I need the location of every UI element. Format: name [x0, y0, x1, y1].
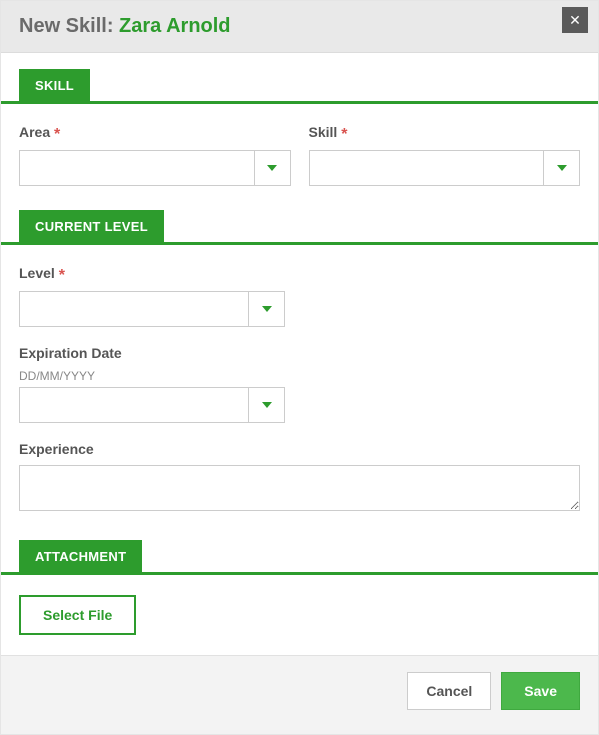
area-select-caret [254, 151, 290, 185]
modal-title: New Skill: Zara Arnold [19, 15, 231, 37]
area-select[interactable] [19, 150, 291, 186]
area-select-value [20, 151, 254, 185]
new-skill-modal: New Skill: Zara Arnold ✕ SKILL Area * [0, 0, 599, 735]
title-name: Zara Arnold [119, 15, 231, 37]
level-select-caret [248, 292, 284, 326]
chevron-down-icon [262, 306, 272, 312]
chevron-down-icon [557, 165, 567, 171]
skill-select-caret [543, 151, 579, 185]
level-select[interactable] [19, 291, 285, 327]
section-tab-skill: SKILL [19, 69, 90, 102]
required-marker: * [59, 267, 65, 284]
expiration-date-value [20, 388, 248, 422]
level-select-value [20, 292, 248, 326]
level-label: Level * [19, 265, 580, 283]
chevron-down-icon [267, 165, 277, 171]
section-tab-attachment: ATTACHMENT [19, 540, 142, 573]
select-file-button[interactable]: Select File [19, 595, 136, 635]
cancel-button[interactable]: Cancel [407, 672, 491, 710]
skill-label: Skill * [309, 124, 581, 142]
expiration-label: Expiration Date [19, 345, 580, 361]
expiration-date-caret [248, 388, 284, 422]
experience-textarea[interactable] [19, 465, 580, 511]
modal-header: New Skill: Zara Arnold ✕ [1, 1, 598, 53]
save-button[interactable]: Save [501, 672, 580, 710]
close-icon: ✕ [569, 12, 581, 29]
experience-label: Experience [19, 441, 580, 457]
modal-body: SKILL Area * [1, 53, 598, 655]
section-tab-current-level: CURRENT LEVEL [19, 210, 164, 243]
close-button[interactable]: ✕ [562, 7, 588, 33]
skill-select[interactable] [309, 150, 581, 186]
section-attachment-content: Select File [1, 575, 598, 655]
section-skill-content: Area * Skill * [1, 104, 598, 210]
required-marker: * [54, 126, 60, 143]
expiration-date-select[interactable] [19, 387, 285, 423]
expiration-hint: DD/MM/YYYY [19, 369, 580, 383]
title-prefix: New Skill: [19, 15, 119, 37]
modal-footer: Cancel Save [1, 655, 598, 734]
required-marker: * [341, 126, 347, 143]
section-current-level-content: Level * Expiration Date DD/MM/YYYY [1, 245, 598, 540]
chevron-down-icon [262, 402, 272, 408]
skill-select-value [310, 151, 544, 185]
area-label: Area * [19, 124, 291, 142]
